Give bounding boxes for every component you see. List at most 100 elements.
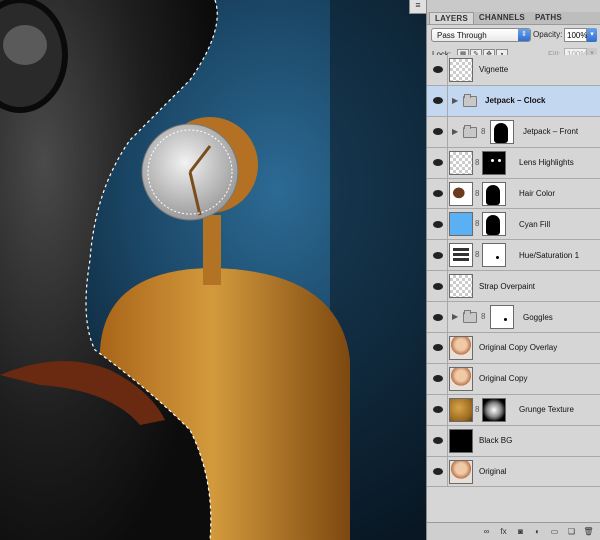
layer-thumbnail[interactable] [449, 397, 473, 422]
mask-link-icon[interactable]: 8 [475, 158, 479, 167]
new-layer-icon[interactable]: ❏ [566, 526, 577, 537]
mask-link-icon[interactable]: 8 [481, 312, 485, 321]
layer-name: Hair Color [519, 189, 556, 198]
visibility-eye-icon[interactable] [429, 333, 447, 363]
eye-icon [433, 468, 443, 476]
layer-mask-thumbnail[interactable] [482, 212, 506, 237]
visibility-eye-icon[interactable] [429, 148, 447, 178]
visibility-eye-icon[interactable] [429, 364, 447, 394]
visibility-eye-icon[interactable] [429, 117, 447, 147]
canvas[interactable] [0, 0, 426, 540]
panel-menu-icon[interactable]: ≡ [409, 0, 427, 14]
eye-icon [433, 375, 443, 383]
mask-link-icon[interactable]: 8 [475, 189, 479, 198]
layer-name: Jetpack – Front [523, 127, 579, 137]
layer-mask-thumbnail[interactable] [482, 243, 506, 268]
visibility-eye-icon[interactable] [429, 395, 447, 425]
eye-icon [433, 128, 443, 136]
layer-row[interactable]: Original Copy [427, 363, 600, 395]
layer-name: Lens Highlights [519, 158, 574, 168]
visibility-eye-icon[interactable] [429, 179, 447, 209]
visibility-eye-icon[interactable] [429, 86, 447, 116]
layer-thumbnail[interactable] [449, 58, 473, 82]
layer-thumbnail[interactable] [449, 212, 473, 237]
folder-icon[interactable]: ▭ [549, 526, 560, 537]
mask-link-icon[interactable]: 8 [481, 127, 485, 136]
layer-row[interactable]: 8 Cyan Fill [427, 209, 600, 241]
eye-icon [433, 220, 443, 228]
layer-row[interactable]: 8 Hair Color [427, 178, 600, 210]
folder-icon [463, 310, 477, 324]
layer-name: Goggles [523, 312, 553, 322]
layer-thumbnail[interactable] [449, 274, 473, 299]
trash-icon[interactable]: 🗑 [583, 526, 594, 537]
visibility-eye-icon[interactable] [429, 55, 447, 85]
layer-row[interactable]: Black BG [427, 425, 600, 457]
visibility-eye-icon[interactable] [429, 240, 447, 270]
visibility-eye-icon[interactable] [429, 209, 447, 239]
mask-icon[interactable]: ◙ [515, 526, 526, 537]
link-icon[interactable]: ∞ [481, 526, 492, 537]
canvas-artwork [0, 0, 426, 540]
eye-icon [433, 66, 443, 74]
layer-name: Jetpack – Clock [485, 96, 546, 106]
layer-thumbnail[interactable] [449, 336, 473, 361]
layer-mask-thumbnail[interactable] [482, 397, 506, 422]
folder-icon [463, 124, 477, 138]
row-divider [447, 302, 448, 333]
row-divider [447, 425, 448, 456]
tab-channels[interactable]: CHANNELS [474, 12, 530, 24]
layer-row[interactable]: 8 Hue/Saturation 1 [427, 240, 600, 272]
layer-row[interactable]: 8 Lens Highlights [427, 147, 600, 179]
layer-thumbnail[interactable] [449, 366, 473, 391]
row-divider [447, 271, 448, 302]
mask-link-icon[interactable]: 8 [475, 405, 479, 414]
panel-top-strip: ≡ [409, 0, 600, 14]
expand-arrow-icon[interactable]: ▶ [452, 127, 458, 136]
tab-paths[interactable]: PATHS [530, 12, 567, 24]
layer-name: Grunge Texture [519, 405, 574, 415]
expand-arrow-icon[interactable]: ▶ [452, 312, 458, 321]
layer-list: Vignette ▶ Jetpack – Clock ▶ 8 Jetpack – Fron… [427, 55, 600, 488]
row-divider [447, 55, 448, 85]
layer-row[interactable]: ▶ 8 Goggles [427, 302, 600, 334]
layer-mask-thumbnail[interactable] [482, 181, 506, 206]
layer-row[interactable]: ▶ 8 Jetpack – Front [427, 116, 600, 148]
row-divider [447, 178, 448, 209]
opacity-input[interactable]: 100% [564, 28, 587, 42]
layer-row[interactable]: Vignette [427, 55, 600, 86]
mask-link-icon[interactable]: 8 [475, 250, 479, 259]
blend-mode-value: Pass Through [437, 31, 487, 40]
layer-name: Vignette [479, 65, 509, 75]
layer-thumbnail[interactable] [449, 459, 473, 484]
layer-mask-thumbnail[interactable] [482, 150, 506, 175]
visibility-eye-icon[interactable] [429, 457, 447, 487]
expand-arrow-icon[interactable]: ▶ [452, 96, 458, 105]
tab-layers[interactable]: LAYERS [429, 12, 474, 24]
opacity-arrow-icon[interactable]: ▾ [587, 28, 597, 42]
layer-thumbnail[interactable] [449, 150, 473, 175]
layer-mask-thumbnail[interactable] [490, 119, 514, 144]
row-divider [447, 333, 448, 363]
layer-row[interactable]: Original [427, 456, 600, 488]
adjustment-icon[interactable]: ◐ [532, 526, 543, 537]
visibility-eye-icon[interactable] [429, 426, 447, 456]
layer-thumbnail[interactable] [449, 428, 473, 453]
blend-mode-select[interactable]: Pass Through ⇕ [431, 28, 531, 42]
layer-name: Strap Overpaint [479, 281, 536, 291]
layer-thumbnail[interactable] [449, 181, 473, 206]
fx-icon[interactable]: fx [498, 526, 509, 537]
row-divider [447, 394, 448, 425]
layer-row[interactable]: Strap Overpaint [427, 271, 600, 303]
visibility-eye-icon[interactable] [429, 271, 447, 301]
layer-row[interactable]: 8 Grunge Texture [427, 394, 600, 426]
visibility-eye-icon[interactable] [429, 302, 447, 332]
layer-thumbnail[interactable] [449, 243, 473, 268]
layer-mask-thumbnail[interactable] [490, 305, 514, 330]
layer-row[interactable]: ▶ Jetpack – Clock [427, 85, 600, 117]
layer-name: Cyan Fill [519, 219, 551, 229]
layers-panel: ≡ LAYERS CHANNELS PATHS Pass Through ⇕ O… [409, 0, 600, 540]
row-divider [447, 209, 448, 240]
layer-row[interactable]: Original Copy Overlay [427, 333, 600, 364]
mask-link-icon[interactable]: 8 [475, 219, 479, 228]
